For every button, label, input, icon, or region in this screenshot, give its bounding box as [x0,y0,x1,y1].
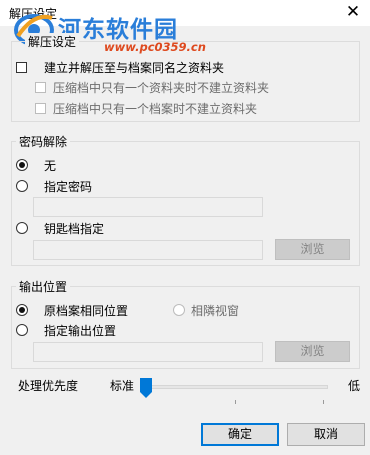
priority-tick-mid [235,400,236,404]
priority-tick-end [323,400,324,404]
priority-low-label: 低 [348,379,361,393]
keyfile-browse-button[interactable]: 浏览 [275,239,350,260]
password-field[interactable] [33,197,263,217]
password-legend: 密码解除 [16,133,71,150]
password-specify-label[interactable]: 指定密码 [44,178,92,195]
priority-slider-thumb[interactable] [139,377,153,399]
create-folder-checkbox[interactable] [16,62,27,73]
output-specify-label[interactable]: 指定输出位置 [44,322,116,339]
password-none-label[interactable]: 无 [44,157,56,174]
password-specify-radio[interactable] [16,180,28,192]
single-folder-checkbox[interactable] [35,82,46,93]
close-icon[interactable]: ✕ [342,2,364,22]
priority-slider-track[interactable] [145,385,328,389]
extract-settings-legend: 解压设定 [25,33,80,50]
output-path-field[interactable] [33,342,263,362]
keyfile-path-field[interactable] [33,240,263,260]
output-adjacent-label[interactable]: 相隣视窗 [191,302,239,319]
ok-button[interactable]: 确定 [201,423,279,446]
password-none-radio[interactable] [16,159,28,171]
cancel-button[interactable]: 取消 [287,423,365,446]
output-specify-radio[interactable] [16,324,28,336]
output-location-legend: 输出位置 [16,278,71,295]
single-file-label[interactable]: 压缩档中只有一个档案时不建立资料夹 [53,100,257,117]
create-folder-label[interactable]: 建立并解压至与档案同名之资料夹 [44,59,224,76]
keyfile-radio[interactable] [16,222,28,234]
priority-normal-label: 标准 [110,379,135,393]
single-folder-label[interactable]: 压缩档中只有一个资料夹时不建立资料夹 [53,79,269,96]
output-same-radio[interactable] [16,304,28,316]
output-same-label[interactable]: 原档案相同位置 [44,302,128,319]
output-browse-button[interactable]: 浏览 [275,341,350,362]
priority-label: 处理优先度 [18,379,79,393]
output-adjacent-radio[interactable] [173,304,185,316]
keyfile-label[interactable]: 钥匙档指定 [44,220,104,237]
single-file-checkbox[interactable] [35,103,46,114]
